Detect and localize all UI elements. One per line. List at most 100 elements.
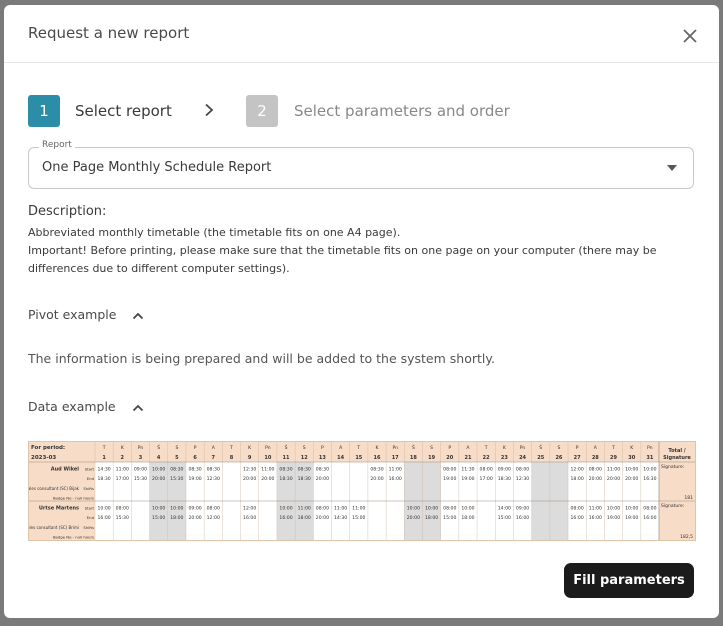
end-time: 17:00	[480, 476, 493, 482]
description-line-2: Important! Before printing, please make …	[28, 244, 657, 275]
data-example-label: Data example	[28, 399, 116, 414]
day-number: 30	[628, 455, 635, 461]
day-number: 19	[428, 455, 435, 461]
end-time: 12:00	[207, 515, 220, 521]
employee-role: senior sales consultant (SC) Bijak	[29, 486, 80, 491]
start-time: 10:00	[625, 505, 638, 511]
day-number: 17	[392, 455, 399, 461]
day-number: 7	[212, 455, 216, 461]
start-time: 08:30	[207, 466, 220, 472]
description-line-1: Abbreviated monthly timetable (the timet…	[28, 226, 401, 239]
start-time: 08:00	[116, 505, 129, 511]
end-time: 17:00	[116, 476, 129, 482]
end-time: 18:00	[425, 515, 438, 521]
start-time: 08:00	[589, 466, 602, 472]
start-time: 11:00	[589, 505, 602, 511]
total-label: Total /	[668, 448, 685, 454]
weekday-initial: P	[321, 445, 324, 451]
report-select[interactable]: Report One Page Monthly Schedule Report	[28, 140, 694, 189]
day-number: 15	[355, 455, 362, 461]
end-time: 16:00	[243, 515, 256, 521]
start-time: 11:00	[298, 505, 311, 511]
day-number: 8	[230, 455, 234, 461]
data-example-toggle[interactable]: Data example	[28, 399, 144, 414]
end-time: 18:00	[170, 515, 183, 521]
end-time: 15:00	[443, 515, 456, 521]
start-time: 10:00	[152, 466, 165, 472]
employee-signature-label: Signature:	[661, 503, 684, 509]
signature-header-label: Signature	[663, 455, 691, 461]
end-time: 20:00	[407, 515, 420, 521]
row-label: Badge No - null hours	[53, 496, 94, 501]
day-number: 14	[337, 455, 344, 461]
day-number: 2	[121, 455, 125, 461]
end-time: 19:00	[461, 476, 474, 482]
weekday-initial: S	[558, 445, 561, 451]
end-time: 20:00	[607, 476, 620, 482]
row-label: Badge No - null hours	[53, 535, 94, 540]
start-time: 08:00	[443, 466, 456, 472]
end-time: 19:00	[625, 515, 638, 521]
report-select-legend: Report	[39, 140, 75, 150]
start-time: 08:00	[516, 466, 529, 472]
end-time: 20:00	[370, 476, 383, 482]
end-time: 20:00	[152, 476, 165, 482]
day-number: 21	[464, 455, 471, 461]
end-time: 15:30	[134, 476, 147, 482]
weekday-initial: T	[484, 445, 488, 451]
weekday-initial: T	[356, 445, 360, 451]
employee-total: 182,5	[680, 534, 693, 540]
start-time: 10:00	[461, 505, 474, 511]
weekday-initial: Š	[539, 444, 542, 451]
end-time: 18:00	[571, 476, 584, 482]
day-number: 9	[248, 455, 252, 461]
end-time: 18:30	[97, 476, 110, 482]
weekday-initial: S	[430, 445, 433, 451]
chevron-up-icon	[133, 312, 144, 319]
weekday-initial: Pn	[138, 445, 144, 451]
weekday-initial: T	[611, 445, 615, 451]
start-time: 11:00	[607, 466, 620, 472]
caret-down-icon[interactable]	[667, 165, 677, 171]
weekday-initial: Pn	[520, 445, 526, 451]
start-time: 11:30	[461, 466, 474, 472]
end-time: 18:30	[298, 476, 311, 482]
end-time: 15:00	[498, 515, 511, 521]
weekday-initial: P	[448, 445, 451, 451]
row-label: Start	[85, 505, 95, 510]
weekday-initial: S	[175, 445, 178, 451]
start-time: 11:00	[334, 505, 347, 511]
fill-parameters-button[interactable]: Fill parameters	[564, 563, 694, 598]
end-time: 20:00	[261, 476, 274, 482]
pivot-example-toggle[interactable]: Pivot example	[28, 307, 144, 322]
day-number: 28	[592, 455, 599, 461]
close-icon[interactable]	[681, 27, 699, 45]
end-time: 16:00	[516, 515, 529, 521]
start-time: 12:00	[571, 466, 584, 472]
day-number: 11	[283, 455, 290, 461]
end-time: 16:30	[643, 476, 656, 482]
day-number: 25	[537, 455, 544, 461]
end-time: 20:00	[188, 515, 201, 521]
start-time: 10:00	[279, 505, 292, 511]
day-number: 18	[410, 455, 417, 461]
row-label: Shifts	[83, 525, 94, 530]
description-title: Description:	[28, 204, 107, 219]
employee-name: Urtse Martens	[39, 505, 79, 511]
row-label: End	[87, 515, 95, 520]
employee-signature-label: Signature:	[661, 464, 684, 470]
chevron-right-icon	[205, 103, 214, 117]
dialog-header: Request a new report	[4, 5, 719, 63]
start-time: 08:30	[170, 466, 183, 472]
start-time: 08:00	[443, 505, 456, 511]
start-time: 11:00	[352, 505, 365, 511]
step-1-label: Select report	[75, 102, 172, 120]
day-number: 3	[139, 455, 143, 461]
end-time: 15:00	[152, 515, 165, 521]
start-time: 08:30	[279, 466, 292, 472]
employee-role: sales consultant (SC) Brimi	[29, 525, 79, 530]
start-time: 10:00	[407, 505, 420, 511]
start-time: 10:00	[97, 505, 110, 511]
step-2-number: 2	[246, 95, 278, 127]
start-time: 08:30	[298, 466, 311, 472]
